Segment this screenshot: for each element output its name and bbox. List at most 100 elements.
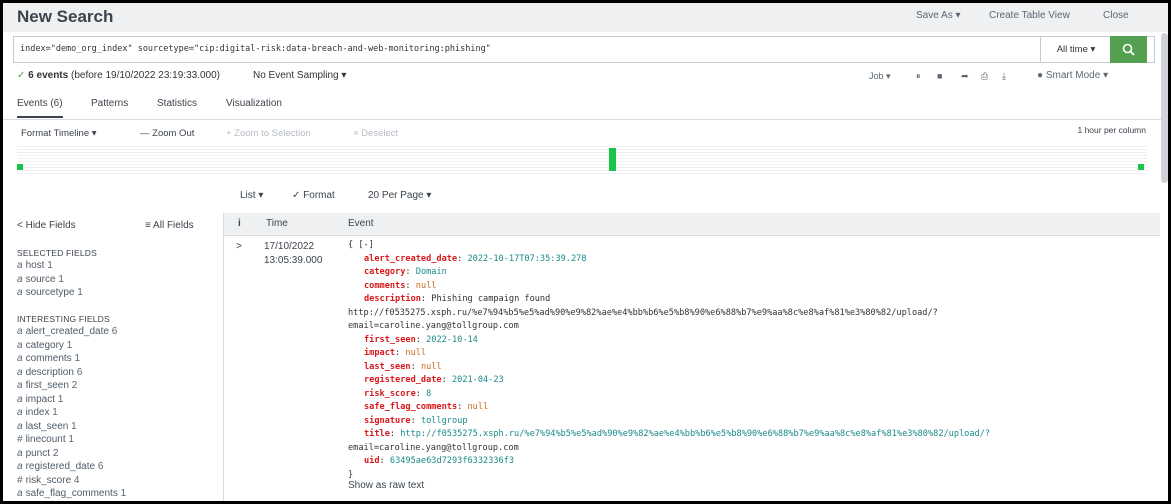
title-continued: email=caroline.yang@tollgroup.com [348,442,519,453]
field-linecount[interactable]: # linecount 1 [17,434,74,445]
field-category[interactable]: a category 1 [17,340,72,351]
field-description[interactable]: a description 6 [17,367,82,378]
json-key: description [364,294,421,304]
field-type-icon: a [17,366,23,378]
field-count: 1 [71,420,77,432]
json-field-title: title: http://f0535275.xsph.ru/%e7%94%b5… [364,429,991,439]
json-value: 2022-10-14 [426,334,478,345]
timeline-scale: 1 hour per column [1077,125,1146,135]
export-icon[interactable]: ⤓ [1002,71,1006,82]
close-button[interactable]: Close [1103,10,1129,21]
all-fields-button[interactable]: ≡ All Fields [145,220,194,231]
field-count: 1 [68,434,74,445]
field-count: 1 [120,488,127,499]
json-field-first-seen: first_seen: 2022-10-14 [364,334,478,345]
save-as-menu[interactable]: Save As ▾ [916,10,961,21]
field-count: 6 [97,461,104,472]
pause-icon[interactable]: ⏸ [916,71,921,82]
search-mode-dropdown[interactable]: ● Smart Mode ▾ [1037,70,1108,81]
field-name: category [25,339,64,351]
json-value: http://f0535275.xsph.ru/%e7%94%b5%e5%ad%… [400,429,991,439]
timeline-toolbar: Format Timeline ▾ — Zoom Out + Zoom to S… [3,120,1168,142]
json-value: null [467,402,489,412]
field-first-seen[interactable]: a first_seen 2 [17,380,77,391]
zoom-out-button[interactable]: — Zoom Out [140,128,194,139]
search-icon [1122,43,1135,56]
event-sampling-dropdown[interactable]: No Event Sampling ▾ [253,70,346,81]
format-timeline-menu[interactable]: Format Timeline ▾ [21,128,97,139]
json-title-line2: email=caroline.yang@tollgroup.com [348,443,519,453]
json-value: 8 [426,388,432,399]
field-host[interactable]: a host 1 [17,260,53,271]
col-time[interactable]: Time [266,218,288,229]
field-type-icon: a [17,420,23,432]
share-icon[interactable]: ➦ [961,71,969,82]
page-header: New Search Save As ▾ Create Table View C… [3,3,1168,32]
per-page-dropdown[interactable]: 20 Per Page ▾ [368,190,431,201]
timeline-bar[interactable] [609,148,616,171]
print-icon[interactable]: ⎙ [981,71,988,82]
timeline-chart[interactable] [17,144,1147,174]
tab-patterns[interactable]: Patterns [91,98,128,109]
field-type-icon: a [17,326,23,337]
json-value: 2021-04-23 [451,375,504,385]
json-value: Phishing campaign found [431,294,551,304]
event-time[interactable]: 17/10/2022 13:05:39.000 [264,240,322,268]
field-registered-date[interactable]: a registered_date 6 [17,461,103,472]
tab-visualization[interactable]: Visualization [226,98,282,109]
hide-fields-button[interactable]: < Hide Fields [17,220,76,231]
json-field-safe-flag-comments: safe_flag_comments: null [364,402,489,412]
field-sourcetype[interactable]: a sourcetype 1 [17,287,83,298]
field-last-seen[interactable]: a last_seen 1 [17,421,77,432]
format-button[interactable]: ✓ Format [292,190,335,201]
event-date: 17/10/2022 [264,241,315,252]
page-title: New Search [17,7,114,26]
field-count: 6 [111,326,118,337]
field-type-icon: a [17,273,23,285]
create-table-view-button[interactable]: Create Table View [989,10,1070,21]
field-comments[interactable]: a comments 1 [17,353,80,364]
field-source[interactable]: a source 1 [17,274,64,285]
list-view-dropdown[interactable]: List ▾ [240,190,263,201]
tab-events[interactable]: Events (6) [17,98,63,118]
json-key: signature [364,415,411,426]
field-type-icon: a [17,407,23,418]
expand-row-icon[interactable]: > [236,241,242,252]
json-description-line2: http://f0535275.xsph.ru/%e7%94%b5%e5%ad%… [348,308,938,318]
timeline-bar[interactable] [1138,164,1144,170]
page-scrollbar[interactable] [1161,33,1168,183]
field-safe-flag-comments[interactable]: a safe_flag_comments 1 [17,488,126,499]
field-type-icon: a [17,260,23,271]
field-name: last_seen [25,420,69,432]
deselect-button[interactable]: × Deselect [353,128,398,139]
zoom-to-selection-button[interactable]: + Zoom to Selection [226,128,311,139]
json-key: title [364,429,390,439]
field-type-icon: # [17,474,23,486]
show-raw-text-link[interactable]: Show as raw text [348,480,424,491]
tab-statistics[interactable]: Statistics [157,98,197,109]
fields-sidebar: < Hide Fields ≡ All Fields SELECTED FIEL… [3,213,224,501]
field-impact[interactable]: a impact 1 [17,394,63,405]
search-input[interactable]: index="demo_org_index" sourcetype="cip:d… [20,44,491,54]
stop-icon[interactable]: ■ [937,71,942,81]
search-submit-button[interactable] [1110,36,1147,63]
splunk-search-page: New Search Save As ▾ Create Table View C… [3,3,1168,501]
time-range-picker[interactable]: All time ▾ [1040,37,1111,62]
field-count: 1 [58,273,64,285]
field-risk-score[interactable]: # risk_score 4 [17,475,79,486]
events-table-header: i Time Event [224,213,1160,236]
json-value: Domain [415,267,447,277]
field-index[interactable]: a index 1 [17,407,58,418]
field-name: index [25,407,50,418]
event-time-value: 13:05:39.000 [264,255,323,266]
json-field-alert-created-date: alert_created_date: 2022-10-17T07:35:39.… [364,253,587,264]
field-alert-created-date[interactable]: a alert_created_date 6 [17,326,117,337]
bulb-icon: ● [1037,70,1044,81]
job-menu[interactable]: Job ▾ [869,71,891,82]
field-name: alert_created_date [25,326,109,337]
field-type-icon: a [17,461,23,472]
json-key: uid [364,456,380,466]
field-punct[interactable]: a punct 2 [17,448,58,459]
timeline-bar[interactable] [17,164,23,170]
col-info: i [238,218,241,229]
